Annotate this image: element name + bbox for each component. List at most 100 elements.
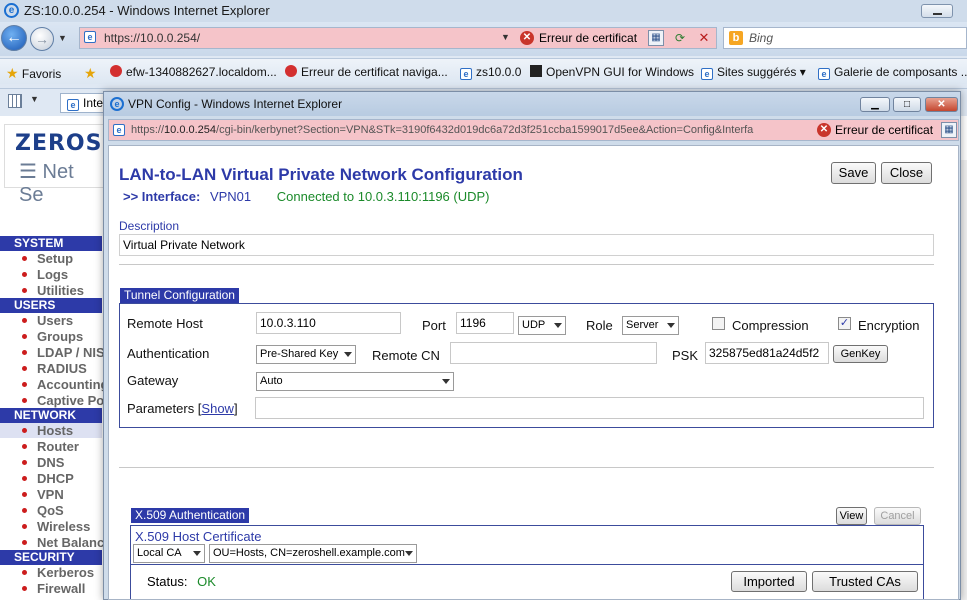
remote-cn-input[interactable] [450, 342, 657, 364]
imported-button[interactable]: Imported [731, 571, 807, 592]
sidebar-item-dhcp[interactable]: DHCP [22, 471, 74, 486]
cert-error-icon[interactable]: ✕ [817, 123, 831, 137]
sidebar-section-system: SYSTEM [0, 236, 102, 251]
parameters-show-link[interactable]: Show [201, 401, 234, 416]
encryption-checkbox[interactable]: ✓ [838, 317, 851, 330]
main-title-bar: e ZS:10.0.0.254 - Windows Internet Explo… [0, 0, 967, 22]
refresh-icon[interactable]: ⟳ [672, 30, 688, 46]
trusted-cas-button[interactable]: Trusted CAs [812, 571, 918, 592]
sidebar-item-wireless[interactable]: Wireless [22, 519, 90, 534]
vpn-config-content: LAN-to-LAN Virtual Private Network Confi… [108, 145, 959, 600]
remote-host-input[interactable]: 10.0.3.110 [256, 312, 401, 334]
cert-error-icon[interactable]: ✕ [520, 31, 534, 45]
sidebar-item-setup[interactable]: Setup [22, 251, 73, 266]
status-value: OK [197, 574, 216, 589]
popup-cert-error-label[interactable]: Erreur de certificat [835, 123, 933, 137]
status-row: Status: OK [147, 574, 216, 589]
stop-sign-icon [110, 65, 122, 77]
address-bar[interactable]: e https://10.0.0.254/ ▼ ✕ Erreur de cert… [79, 27, 717, 49]
sidebar-item-dns[interactable]: DNS [22, 455, 64, 470]
compatibility-icon[interactable]: ▦ [648, 30, 664, 46]
popup-title: VPN Config - Windows Internet Explorer [128, 97, 343, 111]
compression-label: Compression [732, 318, 809, 333]
favorite-link-1[interactable]: efw-1340882627.localdom... [110, 65, 277, 79]
sidebar-section-security: SECURITY [0, 550, 102, 565]
add-favorite-icon[interactable]: ★ [84, 65, 97, 82]
popup-minimize-button[interactable]: ▁ [860, 97, 890, 112]
sidebar-item-accounting[interactable]: Accounting [22, 377, 109, 392]
status-label: Status: [147, 574, 188, 589]
forward-button[interactable]: → [30, 27, 54, 51]
cert-error-label[interactable]: Erreur de certificat [539, 31, 637, 45]
search-placeholder: Bing [749, 31, 774, 45]
popup-address-bar[interactable]: e https://10.0.0.254/cgi-bin/kerbynet?Se… [108, 119, 959, 141]
favorite-link-4[interactable]: OpenVPN GUI for Windows [530, 65, 694, 79]
ca-select[interactable]: Local CA [133, 544, 205, 563]
suggested-sites-link[interactable]: e Sites suggérés ▾ [701, 65, 806, 80]
stop-sign-icon [285, 65, 297, 77]
sidebar-item-router[interactable]: Router [22, 439, 79, 454]
sidebar-item-qos[interactable]: QoS [22, 503, 64, 518]
page-icon: e [67, 99, 79, 111]
sidebar-section-network: NETWORK [0, 408, 102, 423]
popup-title-bar[interactable]: e VPN Config - Windows Internet Explorer… [104, 92, 960, 116]
favorite-link-2[interactable]: Erreur de certificat naviga... [285, 65, 448, 79]
vpn-config-window: e VPN Config - Windows Internet Explorer… [103, 91, 961, 600]
sidebar-item-vpn[interactable]: VPN [22, 487, 64, 502]
favorites-button[interactable]: ★ Favoris [6, 65, 61, 82]
tab-list-dropdown-icon[interactable]: ▼ [30, 94, 39, 104]
popup-maximize-button[interactable]: □ [893, 97, 921, 112]
zeroshell-logo: ZEROSH ☰ Net Se [4, 124, 121, 206]
popup-close-button[interactable]: ✕ [925, 97, 958, 112]
sidebar-item-users[interactable]: Users [22, 313, 73, 328]
description-label: Description [119, 219, 180, 233]
page-icon: e [818, 68, 830, 80]
gateway-select[interactable]: Auto [256, 372, 454, 391]
sidebar-item-radius[interactable]: RADIUS [22, 361, 87, 376]
sidebar-item-groups[interactable]: Groups [22, 329, 83, 344]
bing-icon: b [729, 31, 743, 45]
sidebar-item-firewall[interactable]: Firewall [22, 581, 85, 596]
psk-input[interactable]: 325875ed81a24d5f2 [705, 342, 829, 364]
description-input[interactable]: Virtual Private Network [119, 234, 934, 256]
background-scrollbar[interactable] [960, 160, 967, 600]
remote-host-label: Remote Host [127, 316, 203, 331]
back-button[interactable]: ← [1, 25, 27, 51]
tunnel-config-legend: Tunnel Configuration [120, 288, 239, 303]
quick-tabs-icon[interactable] [8, 94, 22, 108]
view-button[interactable]: View [836, 507, 867, 525]
port-input[interactable]: 1196 [456, 312, 514, 334]
divider [119, 467, 934, 468]
ie-icon: e [110, 97, 124, 111]
protocol-select[interactable]: UDP [518, 316, 566, 335]
compatibility-icon[interactable]: ▦ [941, 122, 957, 138]
sidebar-item-utilities[interactable]: Utilities [22, 283, 84, 298]
ie-icon: e [4, 3, 19, 18]
genkey-button[interactable]: GenKey [833, 345, 888, 363]
sidebar-item-logs[interactable]: Logs [22, 267, 68, 282]
openvpn-icon [530, 65, 542, 77]
sidebar-item-ldap[interactable]: LDAP / NIS [22, 345, 105, 360]
stop-icon[interactable]: ✕ [696, 30, 712, 46]
interface-value: VPN01 [209, 189, 252, 204]
minimize-button[interactable] [921, 4, 953, 18]
authentication-label: Authentication [127, 346, 210, 361]
interface-row: >> Interface: VPN01 Connected to 10.0.3.… [123, 189, 490, 204]
role-select[interactable]: Server [622, 316, 679, 335]
web-slice-gallery-link[interactable]: e Galerie de composants ... [818, 65, 967, 80]
authentication-select[interactable]: Pre-Shared Key [256, 345, 356, 364]
history-dropdown-icon[interactable]: ▼ [58, 33, 68, 43]
sidebar-item-kerberos[interactable]: Kerberos [22, 565, 94, 580]
parameters-input[interactable] [255, 397, 924, 419]
interface-label: >> Interface: [123, 189, 201, 204]
close-button[interactable]: Close [881, 162, 932, 184]
favorite-link-3[interactable]: e zs10.0.0 [460, 65, 521, 80]
save-button[interactable]: Save [831, 162, 876, 184]
gateway-label: Gateway [127, 373, 179, 388]
certificate-select[interactable]: OU=Hosts, CN=zeroshell.example.com [209, 544, 417, 563]
compression-checkbox[interactable] [712, 317, 725, 330]
sidebar-item-hosts[interactable]: Hosts [0, 423, 102, 438]
search-box[interactable]: b Bing [723, 27, 967, 49]
address-dropdown-icon[interactable]: ▼ [501, 32, 510, 42]
page-icon: e [701, 68, 713, 80]
